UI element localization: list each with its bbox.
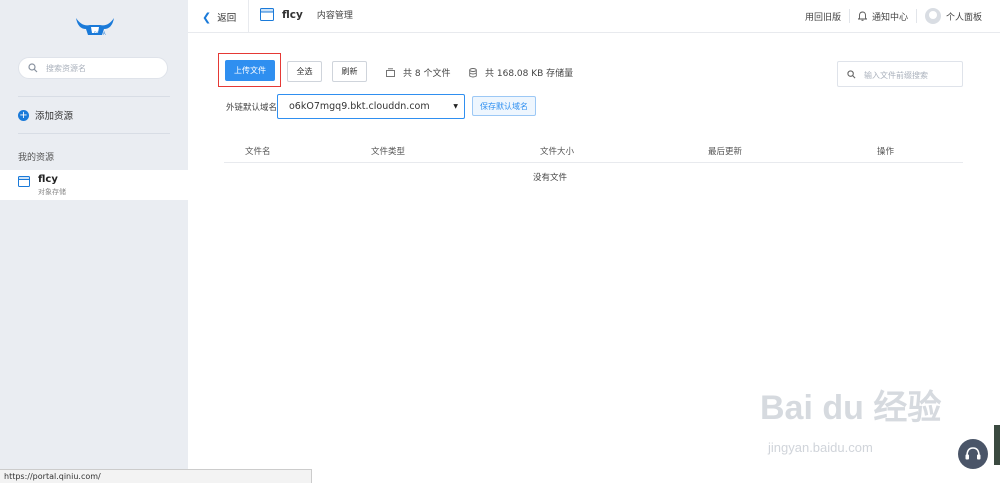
sidebar-item-flcy[interactable]: flcy 对象存储 [0, 170, 188, 200]
my-resources-heading: 我的资源 [18, 153, 55, 163]
file-search-input[interactable]: 输入文件前缀搜索 [837, 61, 963, 87]
file-count-icon [386, 68, 395, 77]
old-version-label: 用回旧版 [804, 12, 841, 23]
add-resource-button[interactable]: + 添加资源 [18, 108, 73, 122]
column-header-type[interactable]: 文件类型 [371, 145, 405, 157]
empty-state-text: 没有文件 [533, 173, 568, 183]
column-header-name[interactable]: 文件名 [245, 145, 271, 157]
top-bar: ❮ 返回 flcy 内容管理 用回旧版 通知中心 个人面板 [188, 0, 1000, 33]
search-placeholder: 搜索资源名 [46, 64, 86, 73]
divider [248, 0, 249, 33]
search-icon [847, 70, 856, 79]
storage-label: 共 168.08 KB 存储量 [485, 69, 574, 79]
page-title: 内容管理 [316, 11, 353, 21]
back-button[interactable]: ❮ 返回 [202, 10, 237, 25]
divider [18, 133, 170, 134]
file-count-label: 共 8 个文件 [403, 69, 451, 79]
profile-label: 个人面板 [945, 12, 982, 23]
upload-button[interactable]: 上传文件 [225, 60, 275, 81]
divider [18, 96, 170, 97]
breadcrumb: flcy 内容管理 [260, 8, 353, 21]
plus-icon: + [18, 109, 29, 121]
domain-label: 外链默认域名 [226, 103, 278, 113]
back-label: 返回 [217, 13, 237, 24]
qiniu-logo[interactable]: BETA [72, 15, 118, 41]
search-icon [28, 63, 38, 73]
resource-name: flcy [38, 174, 58, 185]
add-resource-label: 添加资源 [35, 111, 74, 122]
resource-type: 对象存储 [38, 188, 66, 196]
domain-select[interactable]: o6kO7mgq9.bkt.clouddn.com ▼ [277, 94, 465, 119]
notifications-label: 通知中心 [871, 12, 908, 23]
caret-down-icon: ▼ [453, 103, 458, 110]
resource-search-input[interactable]: 搜索资源名 [18, 57, 168, 79]
avatar [924, 8, 941, 24]
status-url: https://portal.qiniu.com/ [4, 472, 101, 481]
beta-badge: BETA [94, 31, 107, 36]
domain-value: o6kO7mgq9.bkt.clouddn.com [289, 101, 430, 112]
side-widget-handle[interactable] [994, 425, 1000, 465]
select-all-button[interactable]: 全选 [287, 61, 322, 82]
profile-button[interactable]: 个人面板 [917, 6, 990, 26]
database-icon [469, 67, 477, 77]
bucket-icon [18, 176, 30, 187]
browser-status-bar: https://portal.qiniu.com/ [0, 469, 312, 483]
save-domain-button[interactable]: 保存默认域名 [472, 96, 536, 116]
refresh-button[interactable]: 刷新 [332, 61, 367, 82]
support-chat-button[interactable] [958, 439, 988, 469]
search-placeholder: 输入文件前缀搜索 [864, 71, 928, 80]
file-count: 共 8 个文件 [386, 66, 450, 79]
top-actions: 用回旧版 通知中心 个人面板 [797, 6, 990, 26]
headset-icon [965, 447, 981, 460]
watermark-logo: Bai du 经验 [760, 389, 942, 427]
bell-icon [857, 11, 867, 21]
bucket-name: flcy [282, 8, 303, 21]
file-table-header: 文件名 文件类型 文件大小 最后更新 操作 [224, 138, 963, 163]
column-header-size[interactable]: 文件大小 [540, 145, 574, 157]
storage-usage: 共 168.08 KB 存储量 [469, 66, 573, 79]
sidebar: BETA 搜索资源名 + 添加资源 我的资源 flcy 对象存储 [0, 0, 188, 483]
watermark-url: jingyan.baidu.com [768, 440, 873, 455]
column-header-updated[interactable]: 最后更新 [708, 145, 742, 157]
chevron-left-icon: ❮ [202, 10, 212, 24]
column-header-actions: 操作 [877, 147, 895, 157]
old-version-link[interactable]: 用回旧版 [797, 6, 849, 26]
bucket-icon [260, 8, 274, 21]
notifications-button[interactable]: 通知中心 [850, 6, 916, 26]
